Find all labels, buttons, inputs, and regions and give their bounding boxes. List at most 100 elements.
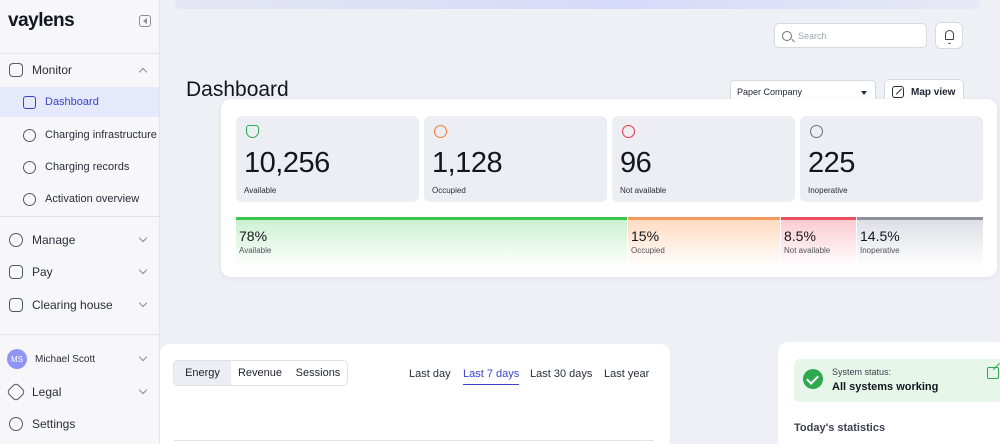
nav-item-settings[interactable]: Settings xyxy=(4,410,158,438)
connector-stats-card: 10,256 Available 1,128 Occupied 96 Not a… xyxy=(221,99,997,277)
distribution-pct: 14.5% xyxy=(860,228,900,244)
company-select-value: Paper Company xyxy=(737,87,803,97)
range-last-year[interactable]: Last year xyxy=(604,368,649,380)
nav-group-label: Pay xyxy=(32,265,53,279)
nav-item-legal[interactable]: Legal xyxy=(4,378,158,406)
tab-sessions[interactable]: Sessions xyxy=(289,361,347,385)
x-circle-icon xyxy=(622,125,635,138)
notifications-button[interactable] xyxy=(935,22,963,49)
distribution-pct: 15% xyxy=(631,228,660,244)
stat-label: Inoperative xyxy=(808,186,848,195)
distribution-pct: 78% xyxy=(239,228,268,244)
nav-group-manage[interactable]: Manage xyxy=(4,226,158,254)
distribution-label: Available xyxy=(239,246,272,255)
range-last-7-days[interactable]: Last 7 days xyxy=(463,368,520,385)
nav-group-label: Monitor xyxy=(32,63,73,77)
chevron-down-icon xyxy=(138,233,148,243)
sidebar-item-label: Dashboard xyxy=(45,96,99,108)
clearing-house-icon xyxy=(9,298,23,312)
range-last-day[interactable]: Last day xyxy=(409,368,451,380)
legal-icon xyxy=(6,382,26,402)
chevron-down-icon xyxy=(138,352,148,362)
chart-baseline xyxy=(174,440,654,441)
distribution-inoperative: 14.5% Inoperative xyxy=(857,217,983,267)
distribution-label: Not available xyxy=(784,246,831,255)
status-label: System status: xyxy=(832,367,892,377)
avatar: MS xyxy=(7,349,27,369)
divider xyxy=(0,53,160,54)
shield-check-icon xyxy=(246,125,259,138)
charging-station-icon xyxy=(23,128,36,142)
stat-label: Occupied xyxy=(432,186,466,195)
stat-value: 225 xyxy=(808,147,855,179)
stat-not-available: 96 Not available xyxy=(612,116,795,202)
sidebar: vaylens Monitor Dashboard Charging infra… xyxy=(0,0,160,444)
usage-chart-card: Energy Revenue Sessions Last day Last 7 … xyxy=(160,344,670,444)
chevron-down-icon xyxy=(138,385,148,395)
stat-value: 1,128 xyxy=(432,147,503,179)
sidebar-item-activation-overview[interactable]: Activation overview xyxy=(4,184,158,214)
caret-down-icon xyxy=(861,91,867,95)
alert-circle-icon xyxy=(810,125,823,138)
sidebar-item-label: Charging infrastructure xyxy=(45,129,157,141)
dashboard-icon xyxy=(23,95,36,109)
collapse-sidebar-icon[interactable] xyxy=(139,15,151,27)
system-status-card: System status: All systems working Today… xyxy=(778,342,1000,444)
distribution-occupied: 15% Occupied xyxy=(628,217,780,267)
chevron-down-icon xyxy=(138,298,148,308)
distribution-label: Inoperative xyxy=(860,246,900,255)
divider xyxy=(0,334,160,335)
occupied-icon xyxy=(434,125,447,138)
tab-energy[interactable]: Energy xyxy=(174,361,231,385)
sidebar-item-label: Activation overview xyxy=(45,193,140,205)
status-value: All systems working xyxy=(832,381,939,393)
bell-icon xyxy=(945,30,954,44)
distribution-pct: 8.5% xyxy=(784,228,816,244)
nav-group-pay[interactable]: Pay xyxy=(4,258,158,286)
nav-group-clearing-house[interactable]: Clearing house xyxy=(4,291,158,319)
status-banner: System status: All systems working xyxy=(794,359,1000,402)
nav-item-label: Settings xyxy=(32,417,76,431)
sidebar-item-charging-records[interactable]: Charging records xyxy=(4,152,158,182)
range-last-30-days[interactable]: Last 30 days xyxy=(530,368,592,380)
metric-tabs: Energy Revenue Sessions xyxy=(173,360,348,386)
activation-icon xyxy=(23,192,36,206)
external-link-icon[interactable] xyxy=(987,367,999,379)
manage-icon xyxy=(9,233,23,247)
map-view-label: Map view xyxy=(911,86,956,98)
user-name: Michael Scott xyxy=(35,353,96,365)
stat-value: 96 xyxy=(620,147,652,179)
search-input[interactable]: Search xyxy=(774,23,927,48)
search-icon xyxy=(782,30,792,41)
chevron-down-icon xyxy=(138,265,148,275)
records-icon xyxy=(23,160,36,174)
dollar-icon xyxy=(9,265,23,279)
stat-available: 10,256 Available xyxy=(236,116,419,202)
chevron-up-icon xyxy=(138,67,148,77)
user-menu[interactable]: MS Michael Scott xyxy=(4,345,158,373)
sidebar-item-dashboard[interactable]: Dashboard xyxy=(0,87,159,117)
nav-item-label: Legal xyxy=(32,385,62,399)
search-placeholder: Search xyxy=(798,30,827,41)
divider xyxy=(0,216,160,217)
distribution-not-available: 8.5% Not available xyxy=(781,217,856,267)
distribution-label: Occupied xyxy=(631,246,665,255)
top-gradient-bar xyxy=(175,0,980,9)
section-title: Today's statistics xyxy=(794,422,886,434)
check-circle-icon xyxy=(803,369,823,389)
tab-revenue[interactable]: Revenue xyxy=(231,361,289,385)
map-icon xyxy=(892,86,904,98)
stat-label: Available xyxy=(244,186,277,195)
gear-icon xyxy=(9,417,23,431)
stat-label: Not available xyxy=(620,186,667,195)
stat-inoperative: 225 Inoperative xyxy=(800,116,983,202)
sidebar-item-label: Charging records xyxy=(45,161,130,173)
stat-value: 10,256 xyxy=(244,147,330,179)
sidebar-item-charging-infrastructure[interactable]: Charging infrastructure xyxy=(4,120,158,150)
activity-icon xyxy=(9,63,23,77)
nav-group-label: Clearing house xyxy=(32,298,113,312)
nav-group-monitor[interactable]: Monitor xyxy=(4,56,158,84)
nav-group-label: Manage xyxy=(32,233,76,247)
stat-occupied: 1,128 Occupied xyxy=(424,116,607,202)
app-logo: vaylens xyxy=(8,10,75,31)
